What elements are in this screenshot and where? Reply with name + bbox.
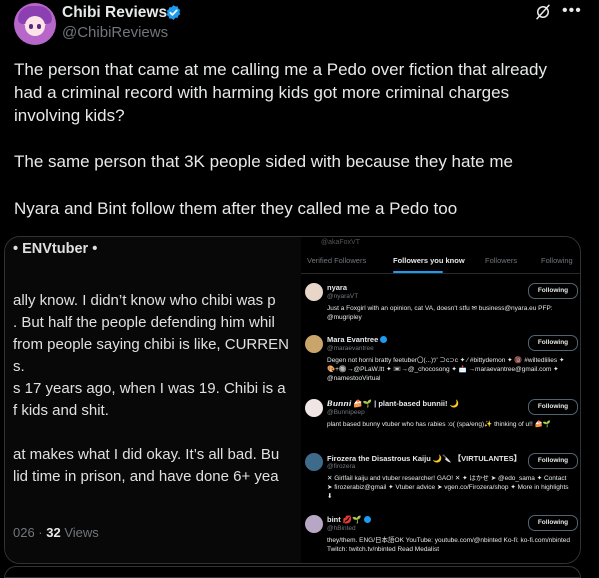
follower-bio: ✕ Girlfail kaiju and vtuber researcher! … xyxy=(327,475,569,500)
follower-handle: @firozera xyxy=(327,463,356,470)
user-handle[interactable]: @ChibiReviews xyxy=(62,24,168,41)
tweet-text-line: The same person that 3K people sided wit… xyxy=(14,152,513,171)
screenshot-text-line: at makes what I did okay. It’s all bad. … xyxy=(13,446,280,463)
follower-bio: Just a Foxgirl with an opinion, cat VA, … xyxy=(327,305,553,321)
avatar[interactable] xyxy=(305,399,323,417)
follower-name[interactable]: Firozera the Disastrous Kaiju 🌙🔪 【VIRTUL… xyxy=(327,453,521,464)
screenshot-text-line: . But half the people defending him whil xyxy=(13,314,275,331)
following-button[interactable]: Following xyxy=(528,515,578,531)
screenshot-text-line: from people saying chibi is like, CURREN xyxy=(13,336,289,353)
tweet-media[interactable]: • ENVtuber • ally know. I didn’t know wh… xyxy=(4,236,581,564)
verified-badge-icon xyxy=(166,5,181,20)
follower-bio: Degen not horni bratty feetuber〇(...)ﾂ' … xyxy=(327,357,565,382)
following-button[interactable]: Following xyxy=(528,335,578,351)
following-button[interactable]: Following xyxy=(528,399,578,415)
follower-handle: @maraevantree xyxy=(327,345,374,352)
media-image-left[interactable]: • ENVtuber • ally know. I didn’t know wh… xyxy=(5,237,301,563)
more-icon[interactable]: ••• xyxy=(562,2,582,20)
follower-name[interactable]: Mara Evantree xyxy=(327,335,388,344)
avatar[interactable] xyxy=(14,3,56,45)
tweet-text-line: Nyara and Bint follow them after they ca… xyxy=(14,199,458,218)
screenshot-text-line: f kids and shit. xyxy=(13,402,109,419)
grok-icon[interactable] xyxy=(534,3,552,21)
follower-name[interactable]: nyara xyxy=(327,283,347,292)
follower-name[interactable]: 𝘽𝙪𝙣𝙣𝙞 🍰🌱 | plant-based bunnii! 🌙 xyxy=(327,399,459,408)
avatar[interactable] xyxy=(305,283,323,301)
screenshot-handle: @akaFoxVT xyxy=(321,239,361,246)
follower-bio: they/them. ENG/日本語OK YouTube: youtube.co… xyxy=(327,537,571,553)
follower-name[interactable]: bint 💋🌱 xyxy=(327,515,371,524)
screenshot-text-line: ally know. I didn’t know who chibi was p xyxy=(13,292,276,309)
following-button[interactable]: Following xyxy=(528,283,578,299)
display-name[interactable]: Chibi Reviews xyxy=(62,4,167,22)
tweet-text-line: involving kids? xyxy=(14,106,125,125)
tab-verified-followers[interactable]: Verified Followers xyxy=(307,256,366,265)
tweet-text-line: The person that came at me calling me a … xyxy=(14,60,547,79)
follower-bio: plant based bunny vtuber who has rabies … xyxy=(327,421,551,428)
screenshot-text-line: lid time in prison, and have done 6+ yea xyxy=(13,468,279,485)
follower-handle: @nyaraVT xyxy=(327,293,359,300)
avatar[interactable] xyxy=(305,453,323,471)
avatar[interactable] xyxy=(305,335,323,353)
views-count: 026 · 32 Views xyxy=(13,525,99,540)
tweet-text-line: had a criminal record with harming kids … xyxy=(14,83,510,102)
follower-handle: @Bunnipeep xyxy=(327,409,365,416)
active-tab-indicator xyxy=(393,271,443,273)
screenshot-title: • ENVtuber • xyxy=(13,241,98,257)
follower-handle: @hBinted xyxy=(327,525,356,532)
verified-badge-icon xyxy=(363,516,371,523)
screenshot-text-line: s 17 years ago, when I was 19. Chibi is … xyxy=(13,380,286,397)
verified-badge-icon xyxy=(380,336,388,343)
tab-followers-you-know[interactable]: Followers you know xyxy=(393,256,465,265)
screenshot-text-line: s. xyxy=(13,358,25,375)
tab-followers[interactable]: Followers xyxy=(485,256,517,265)
tab-following[interactable]: Following xyxy=(541,256,573,265)
tab-bar: Verified Followers Followers you know Fo… xyxy=(301,251,580,274)
media-image-right[interactable]: @akaFoxVT Verified Followers Followers y… xyxy=(301,237,580,563)
following-button[interactable]: Following xyxy=(528,453,578,469)
avatar[interactable] xyxy=(305,515,323,533)
